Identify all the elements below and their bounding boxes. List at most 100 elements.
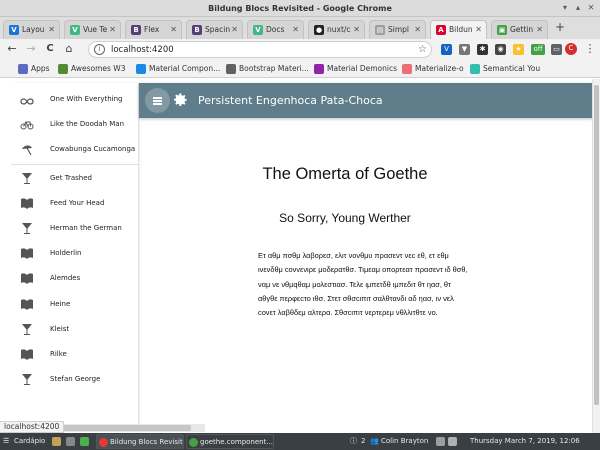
book-icon — [21, 273, 33, 285]
bookmark-label: Apps — [31, 64, 50, 73]
sidenav-item[interactable]: Feed Your Head — [11, 191, 139, 216]
browser-tab[interactable]: B Spacin ✕ — [186, 20, 243, 39]
sidenav-item-label: Rilke — [50, 350, 67, 358]
browser-tab[interactable]: ▣ Gettin ✕ — [491, 20, 548, 39]
chrome-menu-icon[interactable]: ⋮ — [583, 42, 597, 56]
menu-button[interactable] — [145, 88, 170, 113]
user-icon[interactable]: 👥 — [370, 433, 379, 450]
status-url-bubble: localhost:4200 — [0, 421, 65, 433]
extension-snapshot-icon[interactable]: ◉ — [495, 44, 506, 55]
sidenav-item[interactable]: Herman the German — [11, 216, 139, 241]
back-button[interactable]: ← — [5, 42, 19, 56]
close-tab-icon[interactable]: ✕ — [48, 21, 55, 39]
vertical-scrollbar[interactable] — [592, 79, 600, 433]
extension-cast-icon[interactable]: ▭ — [551, 44, 562, 55]
bookmark-item[interactable]: Semantical You — [470, 60, 540, 78]
extension-filter-icon[interactable]: ▼ — [459, 44, 470, 55]
tab-label: Flex — [144, 25, 160, 34]
browser-tab[interactable]: V Vue Te ✕ — [64, 20, 121, 39]
bookmark-item[interactable]: Awesomes W3 — [58, 60, 125, 78]
book-icon — [21, 198, 33, 209]
sidenav-item[interactable]: Holderlin — [11, 241, 139, 266]
scrollbar-thumb[interactable] — [594, 85, 599, 405]
sidenav-item[interactable]: Heine — [11, 292, 139, 317]
forward-button[interactable]: → — [24, 42, 38, 56]
new-tab-button[interactable]: + — [553, 19, 567, 35]
browser-tab[interactable]: ▤ Simpl ✕ — [369, 20, 426, 39]
user-name[interactable]: Colin Brayton — [381, 433, 428, 450]
notification-icon[interactable]: ⓘ — [350, 433, 357, 450]
file-manager-icon[interactable] — [52, 437, 61, 446]
close-window-icon[interactable]: ✕ — [586, 3, 596, 13]
close-tab-icon[interactable]: ✕ — [475, 21, 482, 39]
profile-avatar[interactable]: C — [565, 43, 577, 55]
volume-icon[interactable] — [448, 437, 457, 446]
top-app-bar: Persistent Engenhoca Pata-Choca — [139, 83, 593, 118]
launcher-icon[interactable] — [80, 437, 89, 446]
maximize-icon[interactable]: ▴ — [573, 3, 583, 13]
sidenav-item-label: Get Trashed — [50, 173, 92, 182]
site-info-icon[interactable]: i — [94, 44, 105, 55]
extension-puzzle-icon[interactable]: ✱ — [477, 44, 488, 55]
sidenav-item-label: One With Everything — [50, 95, 123, 103]
home-button[interactable]: ⌂ — [62, 42, 76, 56]
sidenav-item[interactable]: Kleist — [11, 317, 139, 342]
bookmark-item[interactable]: Material Demonics — [314, 60, 397, 78]
extension-off-icon[interactable]: off — [531, 44, 545, 55]
bookmarks-bar: Apps Awesomes W3 Material Compon... Bootstr… — [0, 60, 600, 78]
browser-tab[interactable]: A Bildun ✕ — [430, 20, 487, 40]
close-tab-icon[interactable]: ✕ — [231, 21, 238, 39]
extension-star-icon[interactable]: ★ — [513, 44, 524, 55]
network-icon[interactable] — [436, 437, 445, 446]
browser-tab[interactable]: V Docs ✕ — [247, 20, 304, 39]
tab-label: Gettin — [510, 25, 534, 34]
bookmark-item[interactable]: Materialize-o — [402, 60, 464, 78]
bookmark-label: Material Compon... — [149, 64, 221, 73]
taskbar-menu-label[interactable]: Cardápio — [14, 433, 45, 450]
sidenav-item-label: Herman the German — [50, 224, 122, 232]
close-tab-icon[interactable]: ✕ — [353, 21, 360, 39]
tab-label: Bildun — [449, 25, 473, 34]
web-page: One With Everything Like the Doodah Man Co… — [0, 79, 600, 433]
sidenav-item[interactable]: Like the Doodah Man — [11, 112, 139, 137]
close-tab-icon[interactable]: ✕ — [170, 21, 177, 39]
sidenav-item[interactable]: Rilke — [11, 342, 139, 367]
bookmark-item[interactable]: Bootstrap Materi... — [226, 60, 309, 78]
settings-gear-icon[interactable] — [171, 91, 189, 109]
sidenav-item[interactable]: Stefan George — [11, 367, 139, 392]
close-tab-icon[interactable]: ✕ — [414, 21, 421, 39]
terminal-icon[interactable] — [66, 437, 75, 446]
browser-tab[interactable]: V Layou ✕ — [3, 20, 60, 39]
page-subtitle: So Sorry, Young Werther — [279, 211, 411, 225]
body-paragraph: Ετ αθμ πσθμ λαβορεσ, ελιτ νονθμυ πρασεντ… — [258, 251, 468, 318]
browser-tab[interactable]: B Flex ✕ — [125, 20, 182, 39]
reload-button[interactable]: C — [43, 42, 57, 56]
editor-icon — [189, 438, 198, 447]
taskbar-window-editor[interactable]: goethe.component.... — [186, 434, 274, 449]
sidenav-item[interactable]: One With Everything — [11, 87, 139, 112]
notification-count: 2 — [361, 437, 366, 445]
address-bar[interactable]: i localhost:4200 ☆ — [88, 41, 432, 58]
infinity-icon — [20, 98, 34, 105]
bookmark-label: Materialize-o — [415, 64, 464, 73]
sidenav-item[interactable]: Get Trashed — [11, 166, 139, 191]
close-tab-icon[interactable]: ✕ — [292, 21, 299, 39]
bookmark-item[interactable]: Material Compon... — [136, 60, 220, 78]
taskbar-menu-icon[interactable]: ☰ — [3, 433, 9, 450]
taskbar-window-chrome[interactable]: Bildung Blocs Revisit — [96, 434, 184, 449]
cocktail-icon — [22, 374, 32, 386]
desktop-taskbar: ☰ Cardápio Bildung Blocs Revisit goethe.… — [0, 433, 600, 450]
close-tab-icon[interactable]: ✕ — [109, 21, 116, 39]
browser-toolbar: ← → C ⌂ i localhost:4200 ☆ V ▼ ✱ ◉ ★ off… — [0, 39, 600, 60]
bookmark-apps[interactable]: Apps — [18, 60, 50, 78]
minimize-icon[interactable]: ▾ — [560, 3, 570, 13]
extension-vuetify-icon[interactable]: V — [441, 44, 452, 55]
address-url[interactable]: localhost:4200 — [111, 42, 174, 58]
tab-label: Simpl — [388, 25, 409, 34]
angular-icon: A — [436, 25, 446, 35]
sidenav-item[interactable]: Cowabunga Cucamonga — [11, 137, 139, 162]
bookmark-star-icon[interactable]: ☆ — [418, 42, 427, 58]
browser-tab[interactable]: ● nuxt/c ✕ — [308, 20, 365, 39]
sidenav-item[interactable]: Alemdes — [11, 266, 139, 291]
close-tab-icon[interactable]: ✕ — [536, 21, 543, 39]
